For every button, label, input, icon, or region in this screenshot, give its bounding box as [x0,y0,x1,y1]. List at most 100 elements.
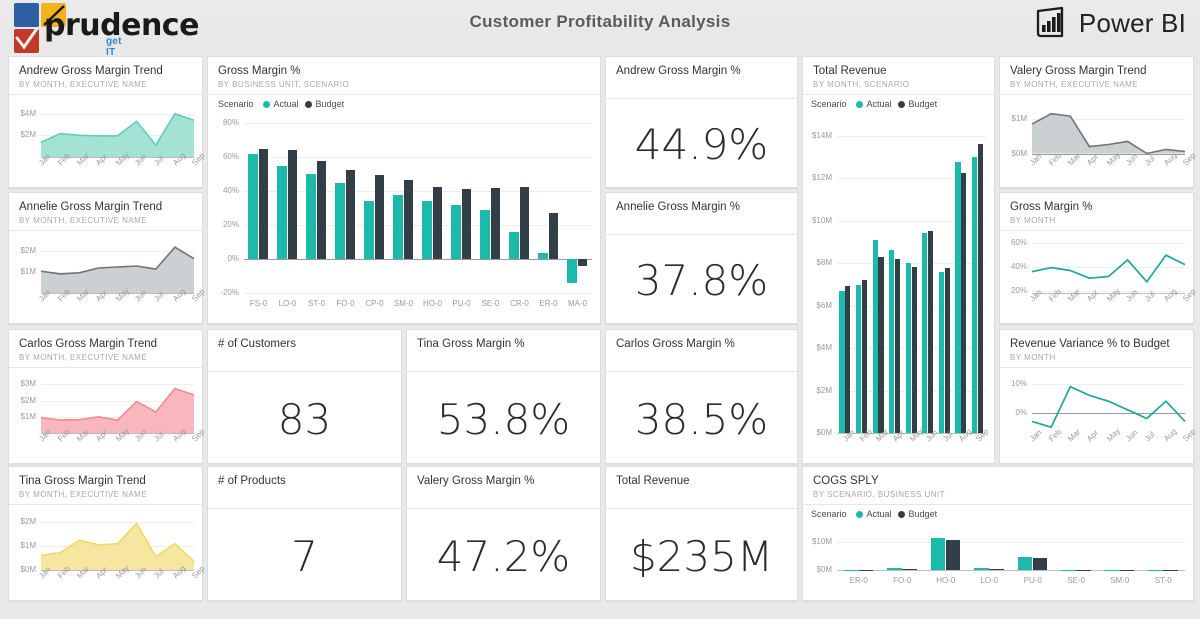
bar-budget[interactable] [374,174,385,259]
bar-actual[interactable] [872,239,878,433]
tile-revenue-variance-to-budget[interactable]: Revenue Variance % to Budget BY MONTH 10… [999,329,1197,464]
x-axis-tick: ER-0 [849,576,868,585]
bar-budget[interactable] [403,179,414,259]
tile-carlos-gross-margin-trend[interactable]: Carlos Gross Margin Trend BY MONTH, EXEC… [8,329,206,464]
bar-actual[interactable] [277,165,287,259]
legend-item-actual[interactable]: Actual [855,509,892,519]
bar-budget[interactable] [287,150,298,259]
tile-title: Andrew Gross Margin Trend [19,65,163,77]
bar-actual[interactable] [1104,569,1120,571]
chart-area[interactable]: $3M $2M $1M Jan Feb Mar Apr May Jun Jul Aug Sep [9,368,206,459]
tile-number-of-products[interactable]: # of Products 7 [207,466,402,601]
bar-actual[interactable] [905,263,911,433]
chart-area[interactable]: $2M $1M $0M Jan Feb Mar Apr May Jun Jul Aug Sep [9,505,206,596]
bar-budget[interactable] [577,259,588,266]
bar-budget[interactable] [519,186,530,259]
legend-item-actual[interactable]: Actual [262,99,299,109]
bar-actual[interactable] [938,271,944,433]
tile-valery-gross-margin-trend[interactable]: Valery Gross Margin Trend BY MONTH, EXEC… [999,56,1197,188]
bar-budget[interactable] [911,267,917,433]
chart-area[interactable]: 60% 40% 20% Jan Feb Mar Apr May Jun Jul Aug Sep [1000,231,1197,319]
tile-valery-gross-margin-percent[interactable]: Valery Gross Margin % 47.2% [406,466,601,601]
bar-actual[interactable] [1017,556,1033,570]
tile-subtitle: BY MONTH, EXECUTIVE NAME [19,216,148,225]
bar-budget[interactable] [345,169,356,259]
bar-actual[interactable] [393,195,403,259]
bar-budget[interactable] [490,187,501,259]
bar-actual[interactable] [922,233,928,433]
tile-tina-gross-margin-trend[interactable]: Tina Gross Margin Trend BY MONTH, EXECUT… [8,466,206,601]
legend-item-actual[interactable]: Actual [855,99,892,109]
tile-tina-gross-margin-percent[interactable]: Tina Gross Margin % 53.8% [406,329,601,464]
chart-area[interactable]: Scenario Actual Budget $14M $12M $10M $8M $6M $4… [803,95,994,459]
bar-actual[interactable] [971,156,978,433]
tile-annelie-gross-margin-percent[interactable]: Annelie Gross Margin % 37.8% [605,192,798,324]
bar-actual[interactable] [248,153,258,259]
tile-subtitle: BY MONTH, EXECUTIVE NAME [19,490,148,499]
legend-item-budget[interactable]: Budget [304,99,344,109]
bar-budget[interactable] [1076,569,1091,571]
bar-budget[interactable] [894,258,901,433]
bar-actual[interactable] [451,204,461,259]
bar-actual[interactable] [930,538,946,570]
legend-item-budget[interactable]: Budget [897,99,937,109]
legend-item-budget[interactable]: Budget [897,509,937,519]
bar-budget[interactable] [548,213,559,259]
chart-area[interactable]: $2M $1M Jan Feb Mar Apr May Jun Jul Aug Sep [9,231,206,319]
tile-header: Tina Gross Margin Trend BY MONTH, EXECUT… [9,467,202,504]
bar-budget[interactable] [961,172,967,433]
bar-actual[interactable] [335,183,345,259]
bar-budget[interactable] [258,148,269,259]
tile-gross-margin-by-month[interactable]: Gross Margin % BY MONTH 60% 40% 20% Jan Feb M… [999,192,1197,324]
bar-actual[interactable] [422,201,432,259]
bar-actual[interactable] [843,569,859,571]
bar-budget[interactable] [858,569,874,571]
chart-area[interactable]: $1M $0M Jan Feb Mar Apr May Jun Jul Aug Sep [1000,95,1197,183]
bar-actual[interactable] [856,285,862,433]
bar-actual[interactable] [974,567,989,570]
chart-area[interactable]: Scenario Actual Budget $10M $0M ER-0 FO-0 HO-0 L… [803,505,1193,596]
tile-number-of-customers[interactable]: # of Customers 83 [207,329,402,464]
y-axis-label: $12M [811,173,832,183]
bar-budget[interactable] [1163,569,1178,571]
tile-cogs-sply[interactable]: COGS SPLY BY SCENARIO, BUSINESS UNIT Sce… [802,466,1194,601]
bar-budget[interactable] [928,231,934,433]
bar-actual[interactable] [480,209,490,259]
bar-budget[interactable] [878,256,884,433]
bar-budget[interactable] [1119,569,1135,571]
bar-budget[interactable] [316,161,327,259]
bar-budget[interactable] [944,268,950,433]
tile-total-revenue-kpi[interactable]: Total Revenue $235M [605,466,798,601]
bar-actual[interactable] [364,201,374,259]
bar-budget[interactable] [977,144,983,433]
bar-actual[interactable] [306,174,316,259]
bar-actual[interactable] [1061,569,1076,571]
chart-area[interactable]: $4M $2M Jan Feb Mar Apr May Jun Jul Aug Sep [9,95,206,183]
bar-actual[interactable] [1148,569,1163,571]
chart-area[interactable]: 10% 0% Jan Feb Mar Apr May Jun Jul Aug Sep [1000,368,1197,459]
bar-actual[interactable] [538,253,548,259]
bar-actual[interactable] [955,162,961,433]
bar-budget[interactable] [989,568,1004,570]
bar-budget[interactable] [461,189,472,259]
bar-budget[interactable] [902,568,917,570]
bar-actual[interactable] [509,231,519,259]
bar-actual[interactable] [889,250,895,433]
tile-annelie-gross-margin-trend[interactable]: Annelie Gross Margin Trend BY MONTH, EXE… [8,192,206,324]
tile-total-revenue-by-month[interactable]: Total Revenue BY MONTH, SCENARIO Scenari… [802,56,995,464]
bar-budget[interactable] [1032,557,1048,570]
bar-budget[interactable] [845,286,851,433]
tile-andrew-gross-margin-percent[interactable]: Andrew Gross Margin % 44.9% [605,56,798,188]
tile-gross-margin-by-business-unit[interactable]: Gross Margin % BY BUSINESS UNIT, SCENARI… [207,56,601,324]
bar-budget[interactable] [861,280,868,433]
page-title: Customer Profitability Analysis [469,12,731,31]
tile-carlos-gross-margin-percent[interactable]: Carlos Gross Margin % 38.5% [605,329,798,464]
bar-actual[interactable] [567,259,577,283]
tile-andrew-gross-margin-trend[interactable]: Andrew Gross Margin Trend BY MONTH, EXEC… [8,56,206,188]
bar-budget[interactable] [432,186,443,259]
y-axis-label: $2M [816,385,832,395]
chart-area[interactable]: Scenario Actual Budget 80% 60% 40% 20% 0% -20% FS… [208,95,600,319]
bar-budget[interactable] [945,540,961,570]
bar-actual[interactable] [839,290,845,433]
bar-actual[interactable] [887,568,902,570]
